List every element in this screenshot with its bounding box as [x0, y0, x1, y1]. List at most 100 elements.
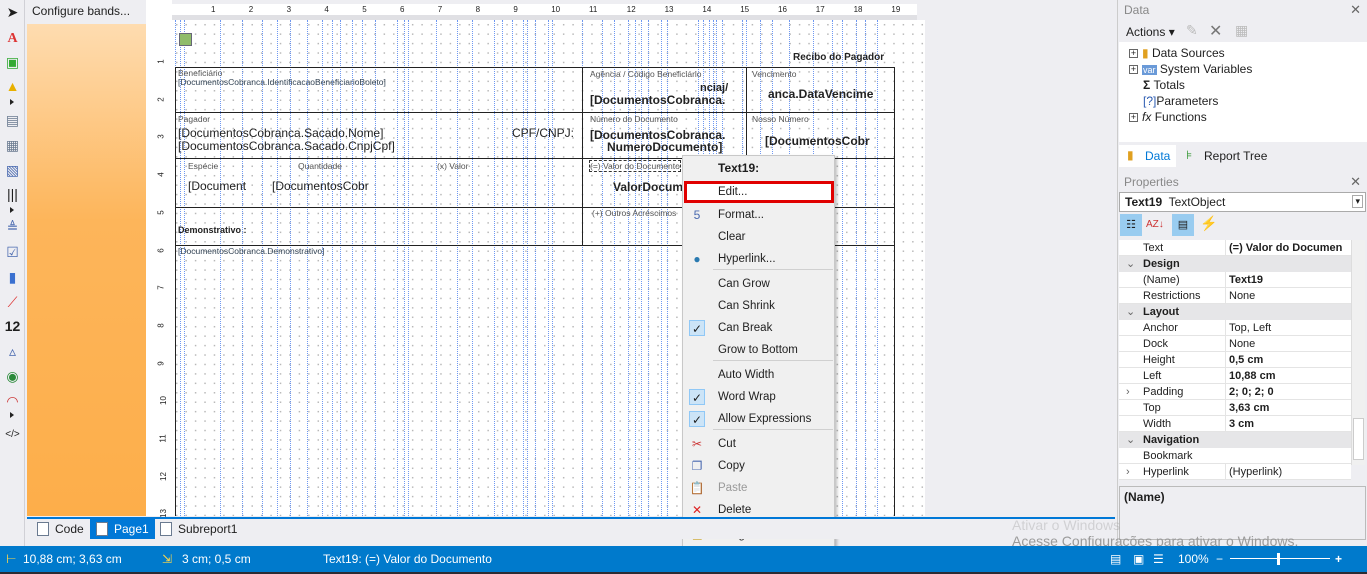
matrix-tool-icon[interactable]: ▧: [4, 162, 21, 179]
quantidade-label[interactable]: Quantidade: [298, 161, 342, 171]
property-value[interactable]: None: [1225, 336, 1351, 352]
checkbox-tool-icon[interactable]: ☑: [4, 244, 21, 261]
tab-subreport1[interactable]: Subreport1: [154, 519, 243, 539]
vencimento-field[interactable]: anca.DataVencime: [768, 87, 873, 101]
logo-picture[interactable]: [179, 33, 192, 46]
menu-item-hyperlink[interactable]: ● Hyperlink...: [684, 248, 834, 270]
bands-panel[interactable]: [27, 24, 146, 516]
property-row-name[interactable]: (Name) Text19: [1119, 272, 1351, 288]
tree-item-parameters[interactable]: [?]Parameters: [1143, 93, 1218, 109]
numero-documento-field-2[interactable]: NumeroDocumento]: [607, 140, 722, 154]
close-icon[interactable]: ✕: [1350, 2, 1361, 18]
tab-report-tree[interactable]: ⊧ Report Tree: [1178, 145, 1273, 167]
property-value[interactable]: 3,63 cm: [1225, 400, 1351, 416]
property-row-hyperlink[interactable]: › Hyperlink (Hyperlink): [1119, 464, 1351, 480]
property-row-top[interactable]: Top 3,63 cm: [1119, 400, 1351, 416]
beneficiario-field[interactable]: [DocumentosCobranca.IdentificacaoBenefic…: [178, 77, 386, 87]
expand-arrow-icon[interactable]: [10, 207, 14, 213]
especie-label[interactable]: Espécie: [188, 161, 218, 171]
nosso-numero-field[interactable]: [DocumentosCobr: [765, 134, 870, 148]
map-tool-icon[interactable]: ◉: [4, 368, 21, 385]
list-view-icon[interactable]: ☰: [1153, 552, 1164, 566]
tree-item-system-variables[interactable]: + var System Variables: [1129, 61, 1252, 77]
sort-alpha-icon[interactable]: AZ↓: [1146, 214, 1164, 236]
html-tool-icon[interactable]: </>: [4, 426, 21, 443]
vencimento-label[interactable]: Vencimento: [752, 69, 796, 79]
edit-icon[interactable]: ✎: [1186, 22, 1198, 39]
menu-item-paste[interactable]: 📋 Paste: [684, 477, 834, 499]
pointer-icon[interactable]: ➤: [4, 4, 21, 21]
demonstrativo-label[interactable]: Demonstrativo :: [178, 225, 247, 235]
collapse-icon[interactable]: ⌄: [1126, 432, 1135, 448]
menu-item-cut[interactable]: ✂ Cut: [684, 433, 834, 455]
valor-documento-label-selected[interactable]: (=) Valor do Documento: [589, 160, 681, 172]
zip-code-tool-icon[interactable]: 12: [4, 318, 21, 335]
actions-dropdown[interactable]: Actions ▾: [1126, 25, 1175, 39]
page-view-icon[interactable]: ▣: [1133, 552, 1144, 566]
property-category-design[interactable]: ⌄ Design: [1119, 256, 1351, 272]
pagador-cnpj-field[interactable]: [DocumentosCobranca.Sacado.CnpjCpf]: [178, 139, 395, 153]
menu-item-can-shrink[interactable]: Can Shrink: [684, 295, 834, 317]
expand-icon[interactable]: ›: [1126, 384, 1130, 400]
cpf-cnpj-label[interactable]: CPF/CNPJ:: [512, 126, 574, 140]
valor-documento-field[interactable]: ValorDocume: [613, 180, 690, 194]
property-row-anchor[interactable]: Anchor Top, Left: [1119, 320, 1351, 336]
tree-item-data-sources[interactable]: + ▮ Data Sources: [1129, 45, 1225, 61]
table-tool-icon[interactable]: ▦: [4, 137, 21, 154]
configure-bands-button[interactable]: Configure bands...: [27, 0, 145, 24]
properties-scrollbar[interactable]: [1351, 240, 1365, 465]
expand-icon[interactable]: ›: [1126, 464, 1130, 480]
rich-text-tool-icon[interactable]: ≜: [4, 219, 21, 236]
picture-tool-icon[interactable]: ▣: [4, 54, 21, 71]
zoom-out-button[interactable]: −: [1216, 552, 1223, 566]
tab-code[interactable]: Code: [31, 519, 90, 539]
valor-label[interactable]: (x) Valor: [437, 161, 469, 171]
cell-text-tool-icon[interactable]: ▵: [4, 343, 21, 360]
collapse-icon[interactable]: ⌄: [1126, 256, 1135, 272]
demonstrativo-field[interactable]: [DocumentosCobranca.Demonstrativo]: [178, 246, 324, 256]
menu-item-can-break[interactable]: ✓ Can Break: [684, 317, 834, 339]
property-value[interactable]: 3 cm: [1225, 416, 1351, 432]
agencia-field-2[interactable]: [DocumentosCobranca.: [590, 93, 725, 107]
delete-icon[interactable]: ✕: [1209, 21, 1222, 41]
zoom-in-button[interactable]: +: [1335, 552, 1342, 566]
recibo-title[interactable]: Recibo do Pagador: [793, 52, 884, 63]
chart-tool-icon[interactable]: ▮: [4, 269, 21, 286]
menu-item-auto-width[interactable]: Auto Width: [684, 364, 834, 386]
view-icon[interactable]: ▦: [1235, 22, 1248, 39]
property-value[interactable]: Top, Left: [1225, 320, 1351, 336]
property-row-text[interactable]: Text (=) Valor do Documen: [1119, 240, 1351, 256]
property-value[interactable]: (=) Valor do Documen: [1225, 240, 1351, 256]
zoom-slider-thumb[interactable]: [1277, 553, 1280, 565]
gauge-tool-icon[interactable]: ◠: [4, 393, 21, 410]
property-row-bookmark[interactable]: Bookmark: [1119, 448, 1351, 464]
property-row-padding[interactable]: › Padding 2; 0; 2; 0: [1119, 384, 1351, 400]
tree-item-functions[interactable]: + fx Functions: [1129, 109, 1207, 125]
zoom-slider[interactable]: [1230, 558, 1330, 559]
pagador-label[interactable]: Pagador: [178, 114, 210, 124]
sparkline-tool-icon[interactable]: ⟋: [4, 294, 21, 311]
tab-page1[interactable]: Page1: [90, 519, 155, 539]
property-value[interactable]: (Hyperlink): [1225, 464, 1351, 480]
property-row-left[interactable]: Left 10,88 cm: [1119, 368, 1351, 384]
shape-tool-icon[interactable]: ▲: [4, 78, 21, 95]
menu-item-clear[interactable]: Clear: [684, 226, 834, 248]
property-row-height[interactable]: Height 0,5 cm: [1119, 352, 1351, 368]
expand-arrow-icon[interactable]: [10, 412, 14, 418]
tab-data[interactable]: ▮ Data: [1119, 145, 1177, 167]
property-row-restrictions[interactable]: Restrictions None: [1119, 288, 1351, 304]
menu-item-can-grow[interactable]: Can Grow: [684, 273, 834, 295]
property-row-dock[interactable]: Dock None: [1119, 336, 1351, 352]
collapse-icon[interactable]: ⌄: [1126, 304, 1135, 320]
menu-item-word-wrap[interactable]: ✓ Word Wrap: [684, 386, 834, 408]
outros-acrescimos-label[interactable]: (+) Outros Acréscimos: [592, 208, 676, 218]
property-value[interactable]: 2; 0; 2; 0: [1225, 384, 1351, 400]
menu-item-grow-to-bottom[interactable]: Grow to Bottom: [684, 339, 834, 361]
property-category-navigation[interactable]: ⌄ Navigation: [1119, 432, 1351, 448]
events-icon[interactable]: ⚡: [1200, 215, 1217, 232]
property-value[interactable]: None: [1225, 288, 1351, 304]
barcode-tool-icon[interactable]: |||: [4, 186, 21, 203]
view-mode-icon[interactable]: ▤: [1110, 552, 1121, 566]
property-value[interactable]: 10,88 cm: [1225, 368, 1351, 384]
categorized-icon[interactable]: ☷: [1120, 214, 1142, 236]
